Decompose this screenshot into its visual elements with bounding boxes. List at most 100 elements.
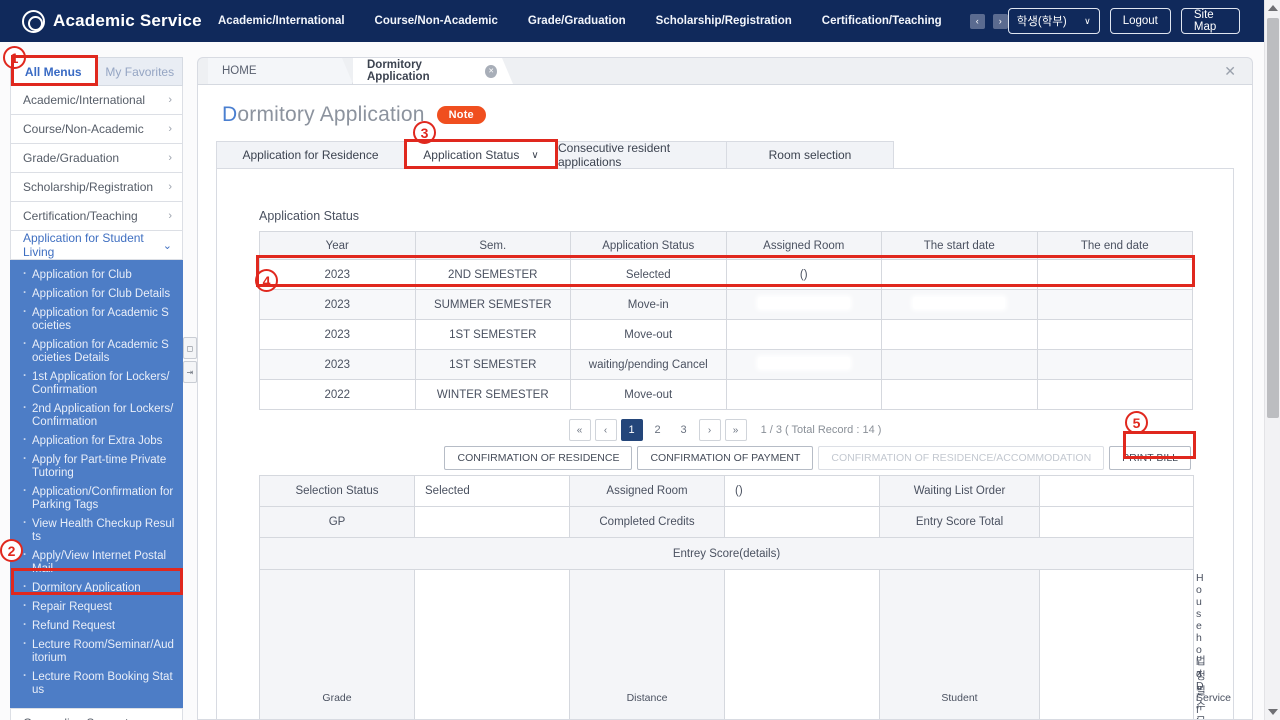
topnav-scholarship-registration[interactable]: Scholarship/Registration xyxy=(656,15,792,27)
print-bill-button[interactable]: PRINT BILL xyxy=(1109,446,1191,470)
sitemap-button[interactable]: Site Map xyxy=(1180,8,1240,34)
table-row[interactable]: 2023 2ND SEMESTER Selected () xyxy=(259,259,1193,290)
submenu-1st-application-lockers[interactable]: 1st Application for Lockers/Confirmation xyxy=(10,368,183,400)
pagination-page-2[interactable]: 2 xyxy=(646,419,669,441)
page-scrollbar[interactable] xyxy=(1264,0,1280,720)
topnav-academic-international[interactable]: Academic/International xyxy=(218,15,345,27)
table-row[interactable]: 2022 WINTER SEMESTER Move-out xyxy=(259,379,1193,410)
submenu-dormitory-application[interactable]: Dormitory Application xyxy=(10,579,183,598)
selection-status-label: Selection Status xyxy=(259,475,415,507)
confirmation-of-residence-accommodation-button: CONFIRMATION OF RESIDENCE/ACCOMMODATION xyxy=(818,446,1105,470)
chevron-down-icon: ∨ xyxy=(531,149,539,161)
pagination-page-3[interactable]: 3 xyxy=(672,419,695,441)
topnav-course-non-academic[interactable]: Course/Non-Academic xyxy=(375,15,498,27)
submenu-apply-private-tutoring[interactable]: Apply for Part-time Private Tutoring xyxy=(10,451,183,483)
chevron-right-icon: › xyxy=(168,210,172,222)
detail-distance-value xyxy=(724,569,880,719)
detail-grade-value xyxy=(414,569,570,719)
sidebar-collapse-button[interactable]: ◻ xyxy=(183,337,197,359)
cell-start xyxy=(881,289,1038,320)
pagination-info: 1 / 3 ( Total Record : 14 ) xyxy=(760,424,882,436)
logout-button[interactable]: Logout xyxy=(1109,8,1171,34)
sidebar-item-counseling-support[interactable]: Counseling Support › xyxy=(10,708,183,720)
chevron-right-icon: › xyxy=(168,123,172,135)
sidebar-item-certification-teaching[interactable]: Certification/Teaching › xyxy=(10,202,183,231)
cell-sem: 1ST SEMESTER xyxy=(414,349,571,380)
nav-scroll-left-icon[interactable]: ‹ xyxy=(969,13,985,29)
tab-dormitory-application[interactable]: Dormitory Application ✕ xyxy=(353,58,513,84)
topnav-certification-teaching[interactable]: Certification/Teaching xyxy=(822,15,942,27)
submenu-lecture-room-seminar-auditorium[interactable]: Lecture Room/Seminar/Auditorium xyxy=(10,636,183,668)
pagination-page-1[interactable]: 1 xyxy=(620,419,643,441)
submenu-application-for-club[interactable]: Application for Club xyxy=(10,266,183,285)
sidebar: All Menus My Favorites Academic/Internat… xyxy=(10,57,183,720)
submenu-2nd-application-lockers[interactable]: 2nd Application for Lockers/Confirmation xyxy=(10,400,183,432)
scrollbar-thumb[interactable] xyxy=(1267,18,1279,418)
tab-close-icon[interactable]: ✕ xyxy=(485,65,497,78)
sidebar-item-grade-graduation[interactable]: Grade/Graduation › xyxy=(10,144,183,173)
pagination-last-button[interactable]: » xyxy=(724,419,747,441)
sidebar-item-course-non-academic[interactable]: Course/Non-Academic › xyxy=(10,115,183,144)
tab-consecutive-resident-applications[interactable]: Consecutive resident applications xyxy=(558,141,727,169)
detail-student-value xyxy=(1039,569,1194,719)
submenu-application-academic-societies[interactable]: Application for Academic Societies xyxy=(10,304,183,336)
submenu-refund-request[interactable]: Refund Request xyxy=(10,617,183,636)
cell-sem: 1ST SEMESTER xyxy=(414,319,571,350)
table-row[interactable]: 2023 1ST SEMESTER waiting/pending Cancel xyxy=(259,349,1193,380)
submenu-application-academic-societies-details[interactable]: Application for Academic Societies Detai… xyxy=(10,336,183,368)
sidebar-item-label: Grade/Graduation xyxy=(23,151,120,165)
brand-logo[interactable]: Academic Service xyxy=(0,9,202,33)
cell-status: Move-in xyxy=(570,289,727,320)
sidebar-tab-all-menus[interactable]: All Menus xyxy=(10,57,97,86)
pagination-next-button[interactable]: › xyxy=(698,419,721,441)
sidebar-item-label: Scholarship/Registration xyxy=(23,180,154,194)
col-end-date: The end date xyxy=(1036,231,1193,260)
role-select-value: 학생(학부) xyxy=(1016,16,1067,28)
cell-room xyxy=(725,349,882,380)
sidebar-item-scholarship-registration[interactable]: Scholarship/Registration › xyxy=(10,173,183,202)
nav-scroll-right-icon[interactable]: › xyxy=(992,13,1008,29)
scroll-down-arrow-icon[interactable] xyxy=(1268,709,1278,715)
note-badge[interactable]: Note xyxy=(436,106,486,124)
submenu-application-for-club-details[interactable]: Application for Club Details xyxy=(10,285,183,304)
completed-credits-value xyxy=(724,506,880,538)
cell-status: Selected xyxy=(570,259,727,290)
pagination-first-button[interactable]: « xyxy=(568,419,591,441)
cell-year: 2023 xyxy=(259,319,416,350)
cell-sem: WINTER SEMESTER xyxy=(414,379,571,410)
sidebar-item-academic-international[interactable]: Academic/International › xyxy=(10,86,183,115)
status-table-title: Application Status xyxy=(259,209,360,223)
sidebar-item-label: Certification/Teaching xyxy=(23,209,138,223)
sidebar-pin-button[interactable]: ⇥ xyxy=(183,361,197,383)
sidebar-item-application-student-living[interactable]: Application for Student Living ⌄ xyxy=(10,231,183,260)
cell-start xyxy=(881,319,1038,350)
sidebar-item-label: Counseling Support xyxy=(23,716,128,720)
submenu-repair-request[interactable]: Repair Request xyxy=(10,598,183,617)
table-row[interactable]: 2023 SUMMER SEMESTER Move-in xyxy=(259,289,1193,320)
tab-application-for-residence[interactable]: Application for Residence xyxy=(216,141,405,169)
tab-label: Dormitory Application xyxy=(367,59,430,83)
submenu-lecture-room-booking-status[interactable]: Lecture Room Booking Status xyxy=(10,668,183,700)
submenu-parking-tags[interactable]: Application/Confirmation for Parking Tag… xyxy=(10,483,183,515)
cell-end xyxy=(1036,349,1193,380)
cell-status: waiting/pending Cancel xyxy=(570,349,727,380)
tab-bar-filler xyxy=(894,141,1234,169)
role-select[interactable]: 학생(학부) ∨ xyxy=(1007,8,1100,34)
tab-home[interactable]: HOME xyxy=(208,58,353,84)
confirmation-of-payment-button[interactable]: CONFIRMATION OF PAYMENT xyxy=(637,446,814,470)
submenu-application-extra-jobs[interactable]: Application for Extra Jobs xyxy=(10,432,183,451)
submenu-internet-postal-mail[interactable]: Apply/View Internet Postal Mail xyxy=(10,547,183,579)
submenu-health-checkup-results[interactable]: View Health Checkup Results xyxy=(10,515,183,547)
chevron-right-icon: › xyxy=(168,94,172,106)
tab-room-selection[interactable]: Room selection xyxy=(727,141,894,169)
tab-application-status[interactable]: Application Status ∨ xyxy=(405,141,558,169)
pagination-prev-button[interactable]: ‹ xyxy=(594,419,617,441)
window-tab-strip: HOME Dormitory Application ✕ ✕ xyxy=(197,57,1253,85)
confirmation-of-residence-button[interactable]: CONFIRMATION OF RESIDENCE xyxy=(444,446,633,470)
close-icon[interactable]: ✕ xyxy=(1224,63,1236,80)
scroll-up-arrow-icon[interactable] xyxy=(1268,5,1278,11)
table-row[interactable]: 2023 1ST SEMESTER Move-out xyxy=(259,319,1193,350)
topnav-grade-graduation[interactable]: Grade/Graduation xyxy=(528,15,626,27)
cell-end xyxy=(1036,379,1193,410)
sidebar-tab-my-favorites[interactable]: My Favorites xyxy=(96,57,183,86)
